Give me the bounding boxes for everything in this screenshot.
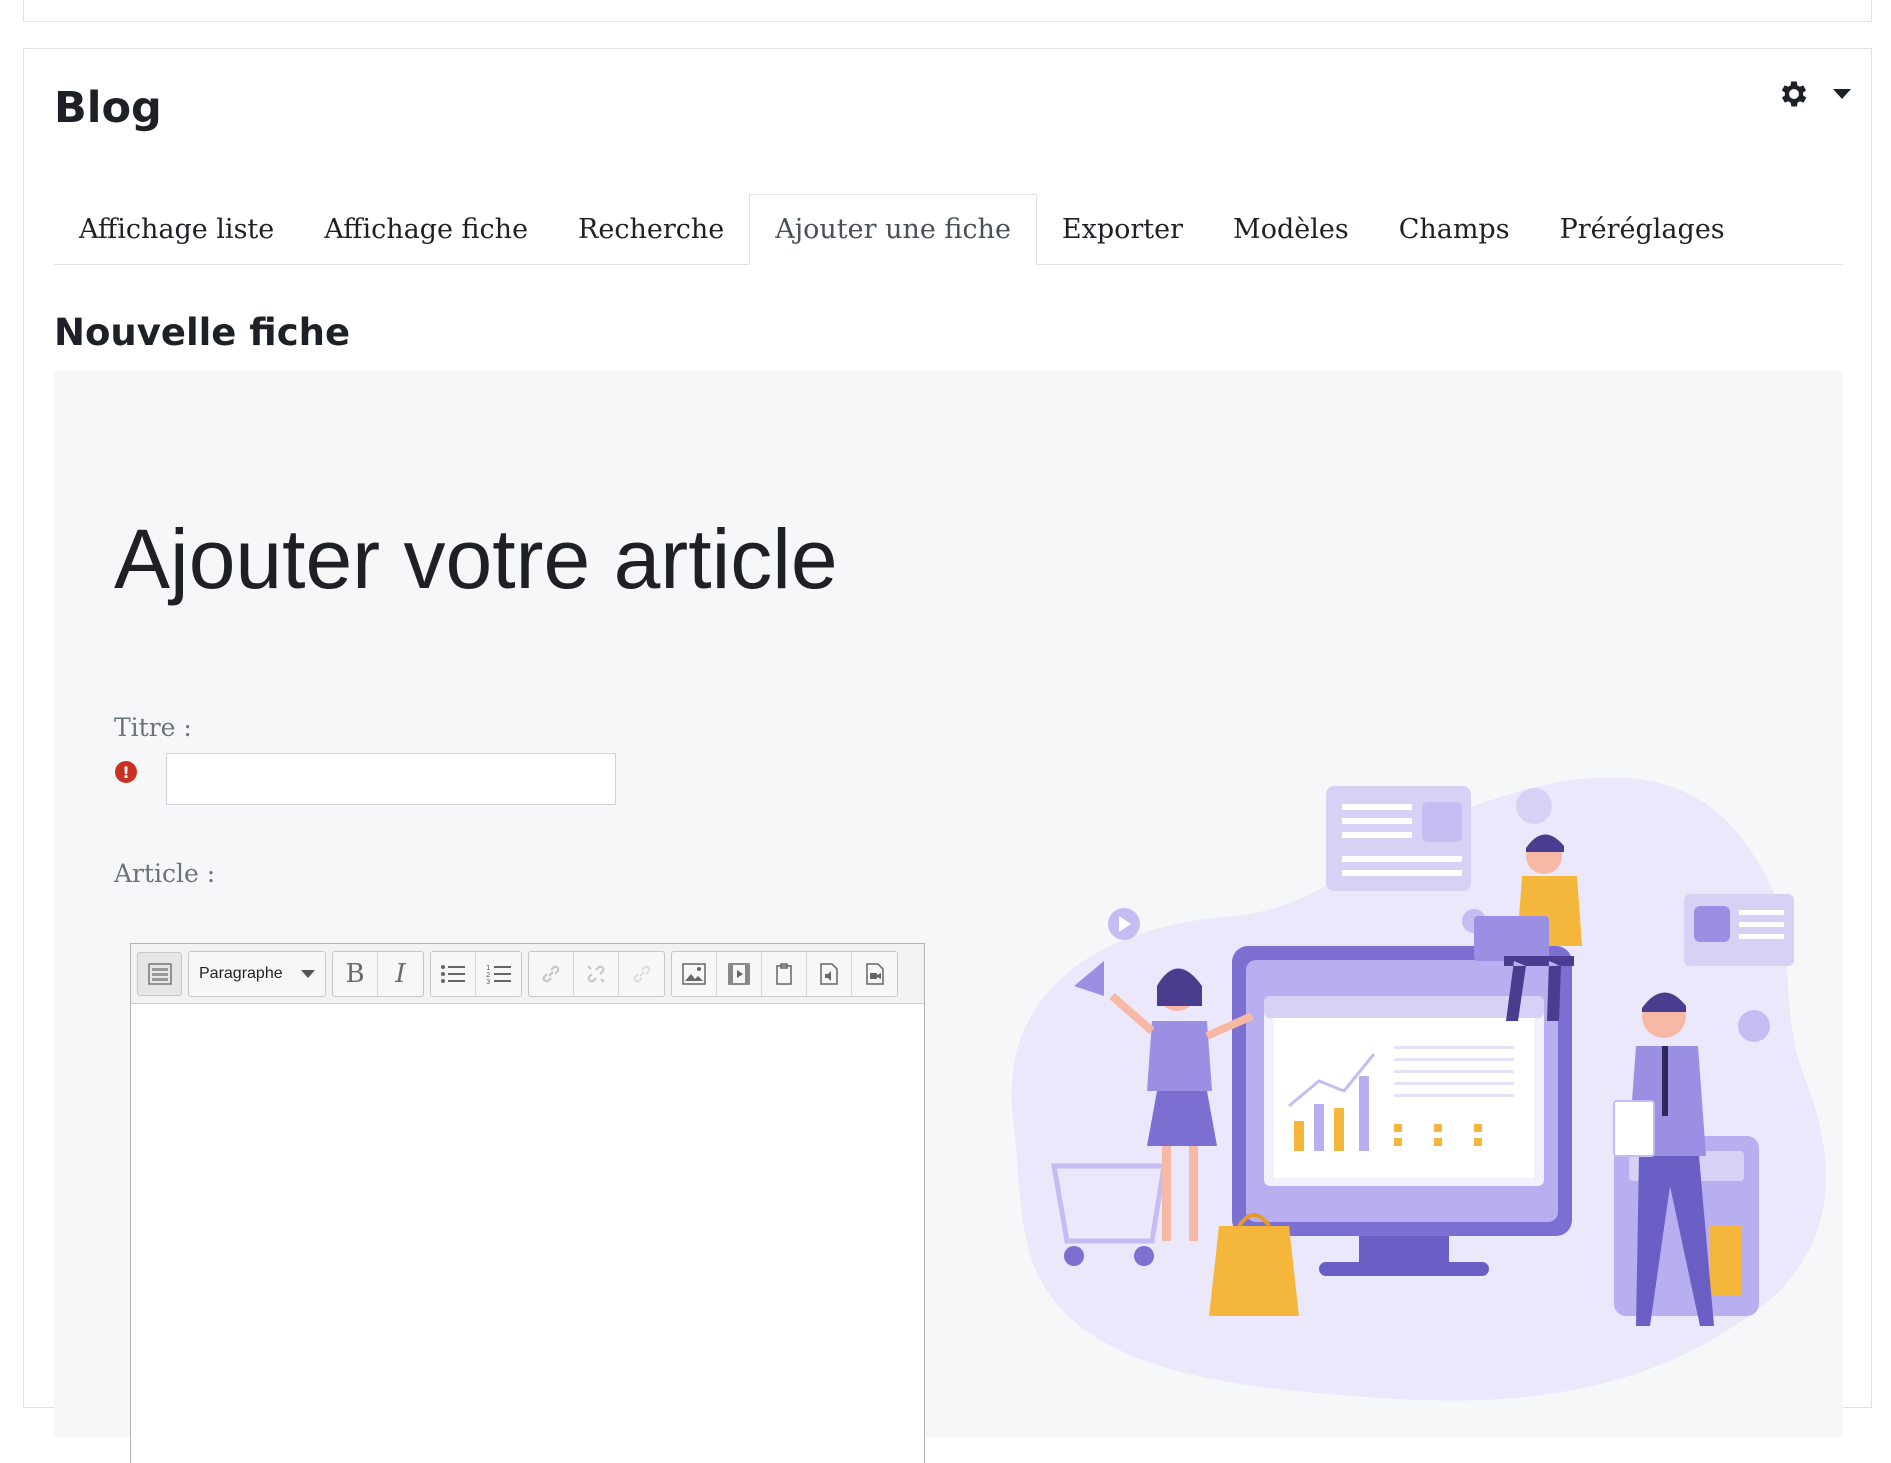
- block-title: Blog: [54, 83, 162, 133]
- gear-icon[interactable]: [1777, 77, 1811, 111]
- section-title: Nouvelle fiche: [54, 311, 351, 354]
- record-video-icon: [865, 962, 884, 985]
- blog-block: Blog Affichage liste Affichage fiche Rec…: [23, 48, 1872, 1463]
- ordered-list-icon: 1 2 3: [486, 964, 511, 985]
- title-label: Titre :: [114, 713, 192, 742]
- link-button[interactable]: [529, 951, 574, 996]
- unordered-list-icon: [441, 964, 465, 983]
- insert-media-button[interactable]: [717, 951, 762, 996]
- unlink-button[interactable]: [574, 951, 619, 996]
- tab-preglages[interactable]: Préréglages: [1535, 194, 1750, 264]
- toolbar-toggle-button[interactable]: [137, 951, 182, 996]
- image-icon: [682, 962, 706, 985]
- article-label: Article :: [114, 859, 216, 888]
- article-textarea[interactable]: [131, 1004, 924, 1463]
- record-audio-icon: [820, 962, 838, 985]
- manage-files-icon: [776, 962, 792, 985]
- media-icon: [728, 962, 750, 985]
- italic-button[interactable]: I: [378, 952, 423, 996]
- paragraph-style-value: Paragraphe: [199, 964, 283, 982]
- shopping-bag: [1209, 1226, 1299, 1316]
- anchor-icon: [633, 965, 650, 982]
- chevron-down-icon[interactable]: [1833, 89, 1851, 99]
- unlink-icon: [587, 964, 605, 983]
- tab-affichage-liste[interactable]: Affichage liste: [54, 194, 299, 264]
- insert-image-button[interactable]: [672, 951, 717, 996]
- tab-champs[interactable]: Champs: [1374, 194, 1535, 264]
- toolbar-toggle-icon: [147, 962, 172, 985]
- manage-files-button[interactable]: [762, 951, 807, 996]
- title-input[interactable]: [166, 753, 616, 805]
- bold-button[interactable]: B: [333, 951, 378, 996]
- tab-exporter[interactable]: Exporter: [1037, 194, 1208, 264]
- chevron-down-icon: [301, 969, 315, 978]
- editor-toolbar: Paragraphe B I 1 2 3: [131, 944, 924, 1004]
- tab-bar: Affichage liste Affichage fiche Recherch…: [54, 194, 1843, 265]
- paragraph-style-select[interactable]: Paragraphe: [189, 952, 325, 996]
- record-video-button[interactable]: [852, 952, 897, 996]
- record-audio-button[interactable]: [807, 951, 852, 996]
- required-icon: !: [115, 761, 137, 783]
- tab-ajouter-une-fiche[interactable]: Ajouter une fiche: [749, 194, 1037, 265]
- article-editor: Paragraphe B I 1 2 3: [130, 943, 925, 1463]
- unordered-list-button[interactable]: [431, 951, 476, 996]
- block-settings-menu[interactable]: [1777, 77, 1851, 111]
- previous-block: [23, 0, 1872, 22]
- form-heading: Ajouter votre article: [114, 512, 838, 606]
- marketing-illustration: [1011, 777, 1826, 1401]
- anchor-button[interactable]: [619, 952, 664, 996]
- tab-modeles[interactable]: Modèles: [1208, 194, 1374, 264]
- tab-affichage-fiche[interactable]: Affichage fiche: [299, 194, 553, 264]
- link-icon: [542, 965, 560, 982]
- svg-text:3: 3: [486, 978, 490, 985]
- ordered-list-button[interactable]: 1 2 3: [476, 952, 521, 996]
- tab-recherche[interactable]: Recherche: [553, 194, 749, 264]
- form-panel: Ajouter votre article Titre : ! Article …: [54, 371, 1843, 1463]
